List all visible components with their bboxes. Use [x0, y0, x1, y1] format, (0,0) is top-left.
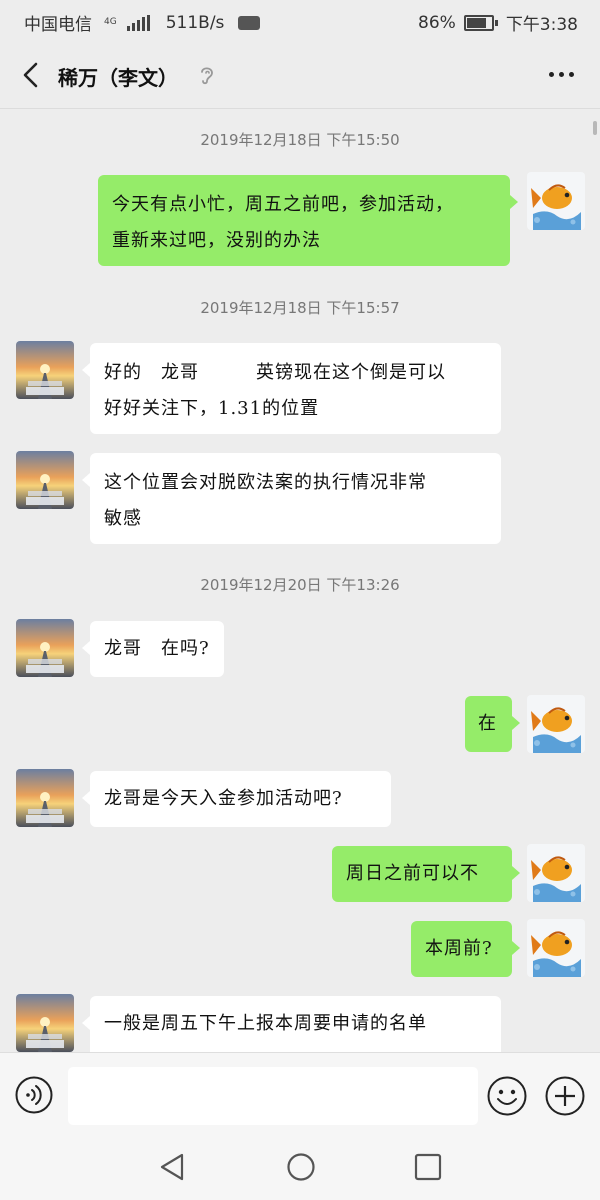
- self-avatar[interactable]: [527, 844, 585, 902]
- chevron-left-icon[interactable]: [20, 62, 42, 88]
- message-input[interactable]: [68, 1067, 478, 1125]
- message-line: 敏感: [104, 508, 142, 529]
- timestamp: 2019年12月20日 下午13:26: [200, 576, 400, 594]
- message-bubble-incoming[interactable]: 一般是周五下午上报本周要申请的名单: [82, 996, 501, 1052]
- message-line: 在: [478, 713, 497, 734]
- message-line: 龙哥 在吗?: [104, 638, 210, 659]
- battery-percent: 86%: [418, 12, 456, 33]
- message-bubble-outgoing[interactable]: 本周前?: [411, 921, 520, 977]
- chat-title: 稀万（李文）: [58, 66, 178, 90]
- battery-icon: [463, 14, 498, 31]
- contact-avatar[interactable]: [16, 451, 74, 509]
- voice-icon[interactable]: [14, 1075, 54, 1115]
- input-bar: [0, 1052, 600, 1139]
- nav-recent-icon[interactable]: [414, 1153, 442, 1181]
- clock: 下午3:38: [505, 15, 578, 35]
- contact-avatar[interactable]: [16, 994, 74, 1052]
- message-bubble-outgoing[interactable]: 周日之前可以不: [332, 846, 520, 902]
- ear-icon: [201, 67, 213, 85]
- self-avatar[interactable]: [527, 172, 585, 230]
- network-speed: 511B/s: [165, 12, 225, 33]
- network-tag: 4G: [104, 17, 117, 27]
- self-avatar[interactable]: [527, 919, 585, 977]
- message-bubble-incoming[interactable]: 好的 龙哥 英镑现在这个倒是可以 好好关注下，1.31的位置: [82, 343, 501, 434]
- contact-avatar[interactable]: [16, 619, 74, 677]
- message-bubble-outgoing[interactable]: 今天有点小忙，周五之前吧，参加活动， 重新来过吧，没别的办法: [98, 175, 518, 266]
- message-bubble-incoming[interactable]: 这个位置会对脱欧法案的执行情况非常 敏感: [82, 453, 501, 544]
- contact-avatar[interactable]: [16, 769, 74, 827]
- timestamp: 2019年12月18日 下午15:50: [200, 131, 400, 149]
- message-list[interactable]: 2019年12月18日 下午15:50 今天有点小忙，周五之前吧，参加活动， 重…: [0, 109, 600, 1052]
- message-line: 今天有点小忙，周五之前吧，参加活动，: [112, 194, 454, 215]
- more-dots-icon[interactable]: [549, 72, 574, 77]
- plus-icon[interactable]: [544, 1075, 586, 1117]
- system-nav-bar: [0, 1138, 600, 1200]
- message-line: 本周前?: [425, 938, 493, 959]
- signal-icon: [126, 14, 150, 31]
- message-line: 重新来过吧，没别的办法: [112, 230, 321, 251]
- message-bubble-incoming[interactable]: 龙哥 在吗?: [82, 621, 224, 677]
- nav-home-icon[interactable]: [286, 1152, 316, 1182]
- chat-header: 稀万（李文）: [0, 42, 600, 109]
- message-line: 龙哥是今天入金参加活动吧?: [104, 788, 343, 809]
- message-line: 好好关注下，1.31的位置: [104, 398, 320, 419]
- self-avatar[interactable]: [527, 695, 585, 753]
- message-line: 一般是周五下午上报本周要申请的名单: [104, 1013, 427, 1034]
- contact-avatar[interactable]: [16, 341, 74, 399]
- message-bubble-incoming[interactable]: 龙哥是今天入金参加活动吧?: [82, 771, 391, 827]
- emoji-icon[interactable]: [486, 1075, 528, 1117]
- carrier-label: 中国电信: [24, 15, 92, 35]
- status-bar: 中国电信 4G 511B/s 86% 下午3:38: [0, 0, 600, 42]
- message-line: 这个位置会对脱欧法案的执行情况非常: [104, 472, 427, 493]
- nav-back-icon[interactable]: [158, 1152, 186, 1182]
- timestamp: 2019年12月18日 下午15:57: [200, 299, 400, 317]
- message-line: 好的 龙哥 英镑现在这个倒是可以: [104, 362, 446, 383]
- app-notification-icon: [238, 15, 261, 30]
- message-line: 周日之前可以不: [346, 863, 479, 884]
- message-bubble-outgoing[interactable]: 在: [465, 696, 520, 752]
